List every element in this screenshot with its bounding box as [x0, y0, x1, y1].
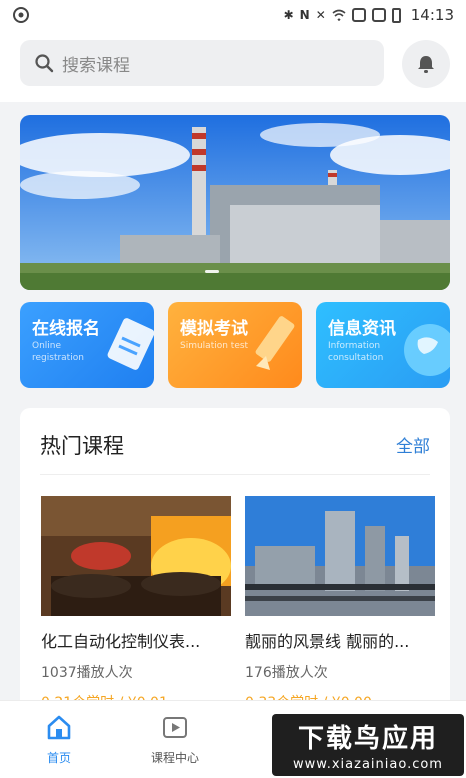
watermark-logo: 下载鸟应用 www.xiazainiao.com: [272, 714, 464, 776]
course-views: 176播放人次: [245, 665, 328, 681]
battery-icon: [391, 7, 401, 23]
search-icon: [35, 54, 54, 73]
video-icon: [163, 717, 187, 738]
hot-courses-section: 热门课程 全部 化工自动化控制仪表... 1037播放人次 0.21个学时 / …: [20, 408, 450, 711]
divider: [40, 474, 430, 475]
quick-link-subtitle: Simulation test: [180, 341, 249, 351]
nfc-icon: N: [299, 8, 310, 22]
course-card[interactable]: 化工自动化控制仪表... 1037播放人次 0.21个学时 / ¥0.01: [41, 496, 231, 712]
banner-power-plant-image: [20, 115, 450, 290]
sim2-icon: [371, 8, 386, 22]
quick-link-subtitle: Online registration: [32, 341, 84, 363]
tab-home[interactable]: 首页: [14, 713, 104, 766]
course-thumbnail: [41, 496, 231, 616]
view-all-link[interactable]: 全部: [396, 432, 430, 457]
banner-carousel[interactable]: [20, 115, 450, 290]
carousel-dot: [205, 270, 219, 273]
bluetooth-icon: ✱: [283, 8, 294, 22]
simulation-test-button[interactable]: 模拟考试 Simulation test: [168, 302, 302, 388]
search-placeholder: 搜索课程: [62, 55, 130, 76]
wifi-icon: [332, 9, 346, 21]
status-bar: ✱ N ✕ 14:13: [0, 0, 466, 30]
carousel-indicator: [205, 270, 219, 273]
tab-label: 课程中心: [150, 751, 199, 765]
quick-link-title: 在线报名: [32, 319, 100, 339]
information-consultation-button[interactable]: 信息资讯 Information consultation: [316, 302, 450, 388]
course-thumbnail: [245, 496, 435, 616]
app-notification-icon: [13, 7, 29, 23]
sim1-icon: [351, 8, 366, 22]
tab-label: 首页: [46, 751, 71, 765]
notification-button[interactable]: [402, 40, 450, 88]
course-card[interactable]: 靓丽的风景线 靓丽的... 176播放人次 0.33个学时 / ¥0.00: [245, 496, 435, 712]
course-name: 化工自动化控制仪表...: [41, 632, 201, 651]
top-bar: 搜索课程: [0, 30, 466, 102]
watermark-sub: www.xiazainiao.com: [293, 757, 443, 772]
mute-icon: ✕: [315, 8, 326, 22]
section-title: 热门课程: [40, 434, 124, 458]
quick-link-title: 信息资讯: [328, 319, 396, 339]
course-views: 1037播放人次: [41, 665, 133, 681]
status-time: 14:13: [410, 6, 454, 24]
watermark-main: 下载鸟应用: [297, 724, 438, 754]
refinery-image: [245, 496, 435, 616]
home-icon: [47, 715, 71, 740]
bell-icon: [418, 56, 434, 73]
steel-mill-image: [41, 496, 231, 616]
course-name: 靓丽的风景线 靓丽的...: [245, 632, 410, 651]
tab-course-center[interactable]: 课程中心: [130, 713, 220, 766]
search-input[interactable]: 搜索课程: [20, 40, 384, 86]
quick-link-title: 模拟考试: [180, 319, 248, 339]
online-registration-button[interactable]: 在线报名 Online registration: [20, 302, 154, 388]
quick-link-subtitle: Information consultation: [328, 341, 384, 363]
